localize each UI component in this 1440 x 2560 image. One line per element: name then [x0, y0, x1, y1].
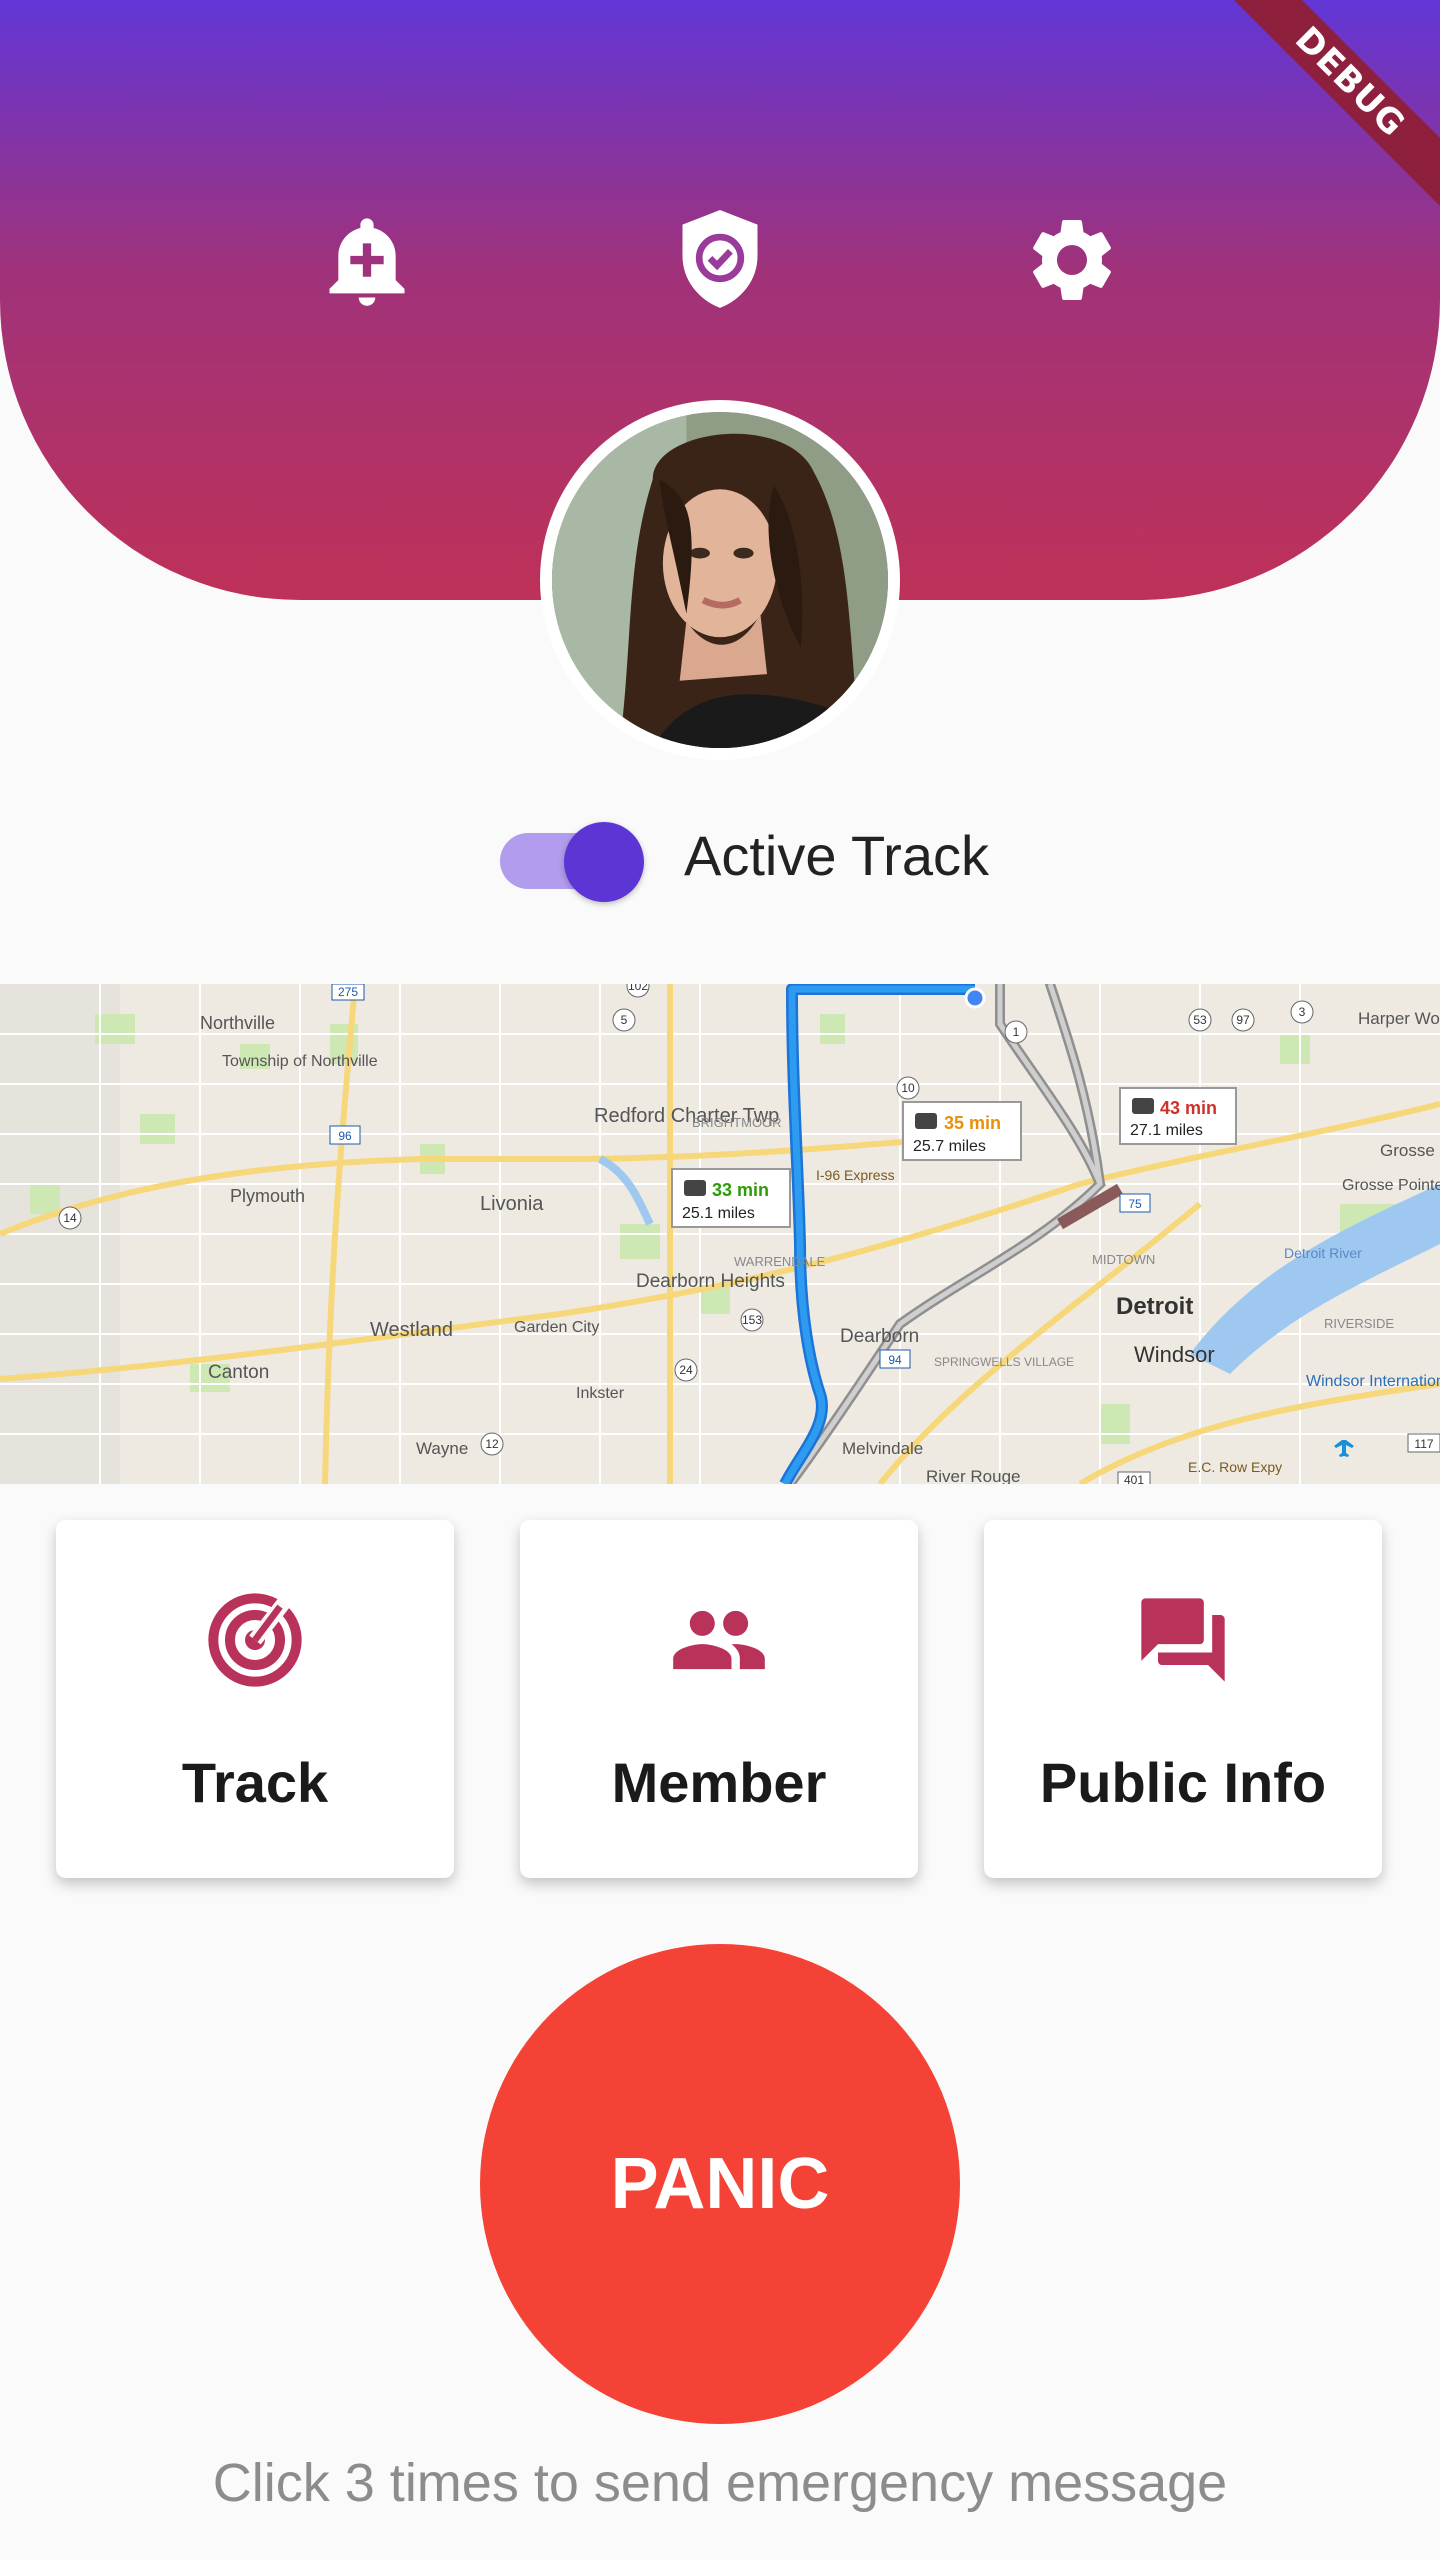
svg-text:Detroit River: Detroit River — [1284, 1245, 1362, 1261]
avatar[interactable] — [540, 400, 900, 760]
svg-text:10: 10 — [901, 1081, 915, 1095]
svg-text:5: 5 — [621, 1013, 628, 1027]
svg-text:27.1 miles: 27.1 miles — [1130, 1122, 1203, 1139]
radar-icon — [205, 1590, 305, 1690]
svg-text:Grosse Pointe Park: Grosse Pointe Park — [1342, 1177, 1440, 1194]
svg-text:Westland: Westland — [370, 1319, 453, 1341]
svg-text:275: 275 — [338, 985, 358, 999]
svg-text:MIDTOWN: MIDTOWN — [1092, 1252, 1155, 1267]
svg-text:Canton: Canton — [208, 1362, 269, 1383]
svg-text:Dearborn Heights: Dearborn Heights — [636, 1271, 785, 1292]
switch-thumb — [564, 822, 644, 902]
svg-text:12: 12 — [485, 1437, 499, 1451]
svg-text:102: 102 — [628, 984, 648, 993]
svg-text:Windsor: Windsor — [1134, 1342, 1215, 1367]
svg-text:Wayne: Wayne — [416, 1439, 468, 1458]
shield-check-icon[interactable] — [670, 205, 770, 315]
svg-text:Livonia: Livonia — [480, 1193, 544, 1215]
active-track-label: Active Track — [684, 823, 989, 887]
add-alert-icon[interactable] — [317, 210, 417, 310]
svg-text:Windsor International Airport: Windsor International Airport — [1306, 1373, 1440, 1390]
svg-text:Inkster: Inkster — [576, 1385, 625, 1402]
svg-text:Garden City: Garden City — [514, 1319, 599, 1336]
public-info-card[interactable]: Public Info — [984, 1520, 1382, 1878]
svg-text:96: 96 — [338, 1129, 352, 1143]
panic-button[interactable]: PANIC — [480, 1944, 960, 2424]
route-box-3[interactable]: 43 min 27.1 miles — [1119, 1087, 1237, 1145]
svg-text:117: 117 — [1414, 1437, 1433, 1451]
svg-text:Melvindale: Melvindale — [842, 1439, 923, 1458]
member-label: Member — [611, 1751, 827, 1814]
svg-text:Northville: Northville — [200, 1013, 275, 1033]
svg-text:SPRINGWELLS VILLAGE: SPRINGWELLS VILLAGE — [934, 1355, 1074, 1369]
svg-text:401: 401 — [1124, 1473, 1144, 1484]
track-label: Track — [181, 1751, 329, 1814]
svg-text:E.C. Row Expy: E.C. Row Expy — [1188, 1459, 1282, 1475]
svg-text:3: 3 — [1299, 1005, 1306, 1019]
route-box-2[interactable]: 35 min 25.7 miles — [902, 1101, 1022, 1161]
panic-hint: Click 3 times to send emergency message — [212, 2453, 1228, 2513]
group-icon — [669, 1590, 769, 1690]
profile-photo — [552, 412, 888, 748]
svg-text:153: 153 — [742, 1313, 762, 1327]
active-track-switch[interactable] — [500, 820, 644, 902]
svg-text:94: 94 — [888, 1353, 902, 1367]
svg-text:I-96 Express: I-96 Express — [816, 1167, 895, 1183]
forum-icon — [1133, 1590, 1233, 1690]
svg-text:53: 53 — [1193, 1013, 1207, 1027]
svg-text:Dearborn: Dearborn — [840, 1326, 919, 1347]
gear-icon[interactable] — [1022, 210, 1122, 310]
svg-text:RIVERSIDE: RIVERSIDE — [1324, 1316, 1394, 1331]
route-box-1[interactable]: 33 min 25.1 miles — [671, 1168, 791, 1228]
member-card[interactable]: Member — [520, 1520, 918, 1878]
track-card[interactable]: Track — [56, 1520, 454, 1878]
route-map[interactable]: 33 min 25.1 miles 35 min 25.7 miles 43 m… — [0, 984, 1440, 1484]
svg-text:WARRENDALE: WARRENDALE — [734, 1254, 826, 1269]
svg-text:River Rouge: River Rouge — [926, 1467, 1021, 1484]
svg-text:25.7 miles: 25.7 miles — [913, 1138, 986, 1155]
svg-text:75: 75 — [1128, 1197, 1142, 1211]
svg-text:97: 97 — [1236, 1013, 1250, 1027]
public-info-label: Public Info — [1039, 1751, 1327, 1814]
svg-text:35 min: 35 min — [944, 1113, 1001, 1133]
svg-text:BRIGHTMOOR: BRIGHTMOOR — [692, 1115, 782, 1130]
active-track-row: Active Track — [500, 810, 989, 902]
svg-text:Plymouth: Plymouth — [230, 1186, 305, 1206]
svg-text:24: 24 — [679, 1363, 693, 1377]
svg-text:Harper Woo: Harper Woo — [1358, 1009, 1440, 1028]
svg-text:Township of Northville: Township of Northville — [222, 1053, 378, 1070]
svg-text:Grosse: Grosse — [1380, 1141, 1435, 1160]
svg-text:43 min: 43 min — [1160, 1098, 1217, 1118]
svg-text:33 min: 33 min — [712, 1180, 769, 1200]
svg-text:Detroit: Detroit — [1116, 1293, 1193, 1320]
svg-text:14: 14 — [63, 1211, 77, 1225]
svg-text:25.1 miles: 25.1 miles — [682, 1205, 755, 1222]
svg-text:1: 1 — [1013, 1025, 1020, 1039]
